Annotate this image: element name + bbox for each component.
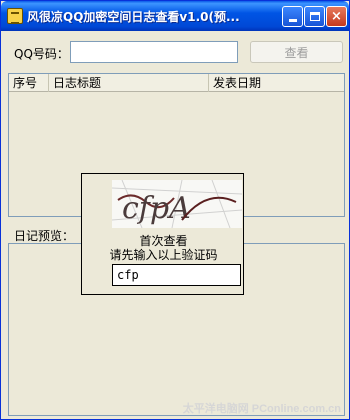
close-icon: × [331,9,342,24]
captcha-text: cfpA [122,191,191,226]
view-button[interactable]: 查看 [250,41,343,63]
qq-number-input[interactable] [70,41,238,63]
captcha-dialog: cfpA 首次查看 请先输入以上验证码 [81,173,244,295]
minimize-icon [288,18,297,22]
window-title: 风很凉QQ加密空间日志查看v1.0(预... [27,10,240,24]
title-bar[interactable]: 风很凉QQ加密空间日志查看v1.0(预... × [1,1,349,31]
qq-number-label: QQ号码： [14,47,69,61]
captcha-code-input[interactable] [112,264,241,286]
list-header: 序号 日志标题 发表日期 [9,74,344,92]
preview-label: 日记预览： [14,229,75,243]
close-button[interactable]: × [326,6,347,27]
dialog-message-line2: 请先输入以上验证码 [109,248,218,262]
column-header-date[interactable]: 发表日期 [209,74,344,92]
column-header-title[interactable]: 日志标题 [49,74,209,92]
app-window: 风很凉QQ加密空间日志查看v1.0(预... × QQ号码： 查看 序号 日志标… [0,0,350,420]
captcha-graphic: cfpA [112,180,242,228]
captcha-image: cfpA [112,180,242,228]
maximize-button[interactable] [304,6,325,27]
app-icon [7,8,23,24]
watermark-text: 太平洋电脑网 PConline.com.cn [182,403,341,415]
maximize-icon [309,12,320,21]
column-header-index[interactable]: 序号 [9,74,49,92]
minimize-button[interactable] [282,6,303,27]
